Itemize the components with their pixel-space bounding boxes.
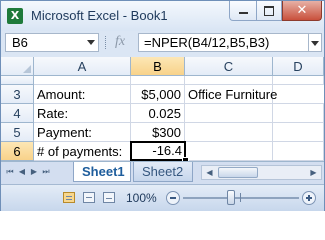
column-header-c[interactable]: C <box>185 57 273 76</box>
cell-b4[interactable]: 0.025 <box>131 104 185 123</box>
plus-icon <box>308 195 310 201</box>
minus-icon <box>170 197 176 199</box>
cell-b6[interactable]: -16.4 <box>130 141 186 161</box>
select-all-button[interactable] <box>1 57 34 76</box>
cell-c2[interactable] <box>185 76 273 85</box>
formula-bar: B6 fx =NPER(B4/12,B5,B3) <box>1 31 324 55</box>
tab-sheet2[interactable]: Sheet2 <box>133 162 193 182</box>
column-header-b[interactable]: B <box>131 57 185 76</box>
cell-d4[interactable] <box>273 104 324 123</box>
cell-c4[interactable] <box>185 104 273 123</box>
cell-b5[interactable]: $300 <box>131 123 185 142</box>
row-header-2[interactable] <box>1 76 34 85</box>
minimize-icon <box>238 12 248 14</box>
close-button[interactable]: ✕ <box>282 1 322 21</box>
minimize-button[interactable] <box>229 1 256 21</box>
zoom-slider-thumb[interactable] <box>227 190 235 205</box>
next-sheet-icon[interactable]: ▶ <box>29 166 39 178</box>
page-break-preview-button[interactable] <box>103 192 115 203</box>
chevron-down-icon[interactable] <box>87 40 95 45</box>
page-layout-view-button[interactable] <box>83 192 95 203</box>
column-header-a[interactable]: A <box>34 57 131 76</box>
first-sheet-icon[interactable]: ⏮ <box>5 166 15 178</box>
close-icon: ✕ <box>296 3 308 18</box>
cell-a5[interactable]: Payment: <box>34 123 131 142</box>
last-sheet-icon[interactable]: ⏭ <box>41 166 51 178</box>
cell-d6[interactable] <box>273 142 324 161</box>
scrollbar-thumb[interactable] <box>218 167 258 178</box>
row-header-5[interactable]: 5 <box>1 123 34 142</box>
select-all-icon <box>23 65 31 73</box>
maximize-button[interactable] <box>256 1 282 21</box>
window-title: Microsoft Excel - Book1 <box>31 8 168 23</box>
zoom-level[interactable]: 100% <box>126 191 157 205</box>
cell-b3[interactable]: $5,000 <box>131 85 185 104</box>
cell-b2[interactable] <box>131 76 185 85</box>
row-header-4[interactable]: 4 <box>1 104 34 123</box>
cell-a2[interactable] <box>34 76 131 85</box>
cell-c6[interactable] <box>185 142 273 161</box>
insert-function-icon[interactable]: fx <box>115 34 125 50</box>
scroll-right-icon[interactable]: ▶ <box>307 166 320 179</box>
tab-sheet1[interactable]: Sheet1 <box>73 162 131 182</box>
cell-a4[interactable]: Rate: <box>34 104 131 123</box>
column-header-d[interactable]: D <box>273 57 324 76</box>
expand-formula-bar-button[interactable] <box>309 33 322 52</box>
prev-sheet-icon[interactable]: ◀ <box>17 166 27 178</box>
cell-c5[interactable] <box>185 123 273 142</box>
maximize-icon <box>264 6 274 16</box>
scroll-left-icon[interactable]: ◀ <box>203 166 216 179</box>
chevron-down-icon <box>311 41 319 46</box>
normal-view-button[interactable] <box>63 192 75 203</box>
sheet-tabs-bar: ⏮ ◀ ▶ ⏭ Sheet1 Sheet2 ◀ ▶ <box>1 161 324 184</box>
excel-icon[interactable]: X <box>7 8 23 24</box>
cell-d5[interactable] <box>273 123 324 142</box>
row-header-3[interactable]: 3 <box>1 85 34 104</box>
cell-c3[interactable]: Office Furniture <box>185 85 277 104</box>
worksheet-grid[interactable]: A B C D 3 Amount: $5,000 Office Furnitur… <box>1 57 324 161</box>
zoom-out-button[interactable] <box>166 191 180 205</box>
cell-a6[interactable]: # of payments: <box>34 142 131 161</box>
excel-window: X Microsoft Excel - Book1 ✕ B6 fx =NPER(… <box>0 0 325 211</box>
zoom-in-button[interactable] <box>302 191 316 205</box>
title-bar[interactable]: X Microsoft Excel - Book1 ✕ <box>1 1 324 32</box>
name-box-value: B6 <box>12 35 28 50</box>
formula-bar-grip[interactable] <box>105 36 108 49</box>
name-box[interactable]: B6 <box>5 33 99 52</box>
zoom-slider-center-mark <box>240 193 241 202</box>
status-bar: 100% <box>1 184 324 211</box>
cell-d2[interactable] <box>273 76 324 85</box>
zoom-slider-track[interactable] <box>183 197 299 199</box>
cell-d3[interactable] <box>273 85 324 104</box>
row-header-6[interactable]: 6 <box>1 142 34 161</box>
formula-input[interactable]: =NPER(B4/12,B5,B3) <box>138 33 309 52</box>
horizontal-scrollbar[interactable]: ◀ ▶ <box>201 165 322 180</box>
cell-a3[interactable]: Amount: <box>34 85 131 104</box>
